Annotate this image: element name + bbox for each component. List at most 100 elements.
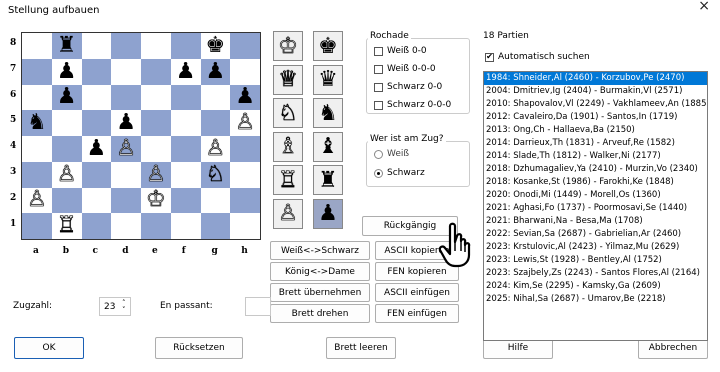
spinner-down-icon[interactable]: ˅ — [122, 306, 126, 314]
square-f6[interactable] — [170, 84, 201, 111]
square-d5[interactable]: ♟ — [111, 110, 141, 136]
castling-option[interactable]: Schwarz 0-0 — [374, 82, 442, 92]
square-g3[interactable]: ♘ — [200, 161, 231, 188]
square-h4[interactable] — [230, 136, 260, 162]
square-c2[interactable] — [81, 187, 112, 214]
white-pawn-icon[interactable]: ♙ — [116, 137, 136, 160]
auto-search-checkbox[interactable]: ✔ Automatisch suchen — [485, 52, 590, 62]
king-queen-button[interactable]: König<->Dame — [270, 262, 370, 281]
chess-board[interactable]: ♜ ♚ ♟ ♟ ♟ ♟ ♟ ♞ ♟ ♙ ♟ ♙ ♙ ♙ ♙ ♘ ♙ ♔ ♖ — [21, 32, 261, 240]
square-g8[interactable]: ♚ — [200, 33, 231, 59]
square-a3[interactable] — [22, 161, 52, 188]
square-c5[interactable] — [81, 110, 112, 136]
square-f2[interactable] — [170, 187, 201, 214]
square-b2[interactable] — [51, 187, 82, 214]
square-e1[interactable] — [141, 213, 171, 239]
palette-white-queen[interactable]: ♕ — [273, 64, 303, 95]
square-a5[interactable]: ♞ — [22, 110, 52, 136]
square-g1[interactable] — [200, 213, 231, 239]
square-h6[interactable]: ♟ — [230, 84, 260, 111]
game-list-item[interactable]: 2023: Krstulovic,Al (2423) - Yilmaz,Mu (… — [484, 241, 707, 254]
square-c3[interactable] — [81, 161, 112, 188]
close-icon[interactable]: × — [698, 0, 710, 14]
game-list-item[interactable]: 2021: Aghasi,Fo (1737) - Poormosavi,Se (… — [484, 202, 707, 215]
swap-colors-button[interactable]: Weiß<->Schwarz — [270, 241, 370, 260]
radio-white-circle[interactable] — [374, 149, 383, 159]
white-pawn-icon[interactable]: ♙ — [235, 111, 255, 134]
castling-checkbox[interactable] — [374, 82, 383, 92]
square-h2[interactable] — [230, 187, 260, 214]
square-e3[interactable]: ♙ — [141, 161, 171, 188]
reset-button[interactable]: Rücksetzen — [155, 337, 243, 359]
rotate-board-button[interactable]: Brett drehen — [270, 304, 370, 323]
square-d1[interactable] — [111, 213, 141, 239]
game-list-item[interactable]: 2014: Slade,Th (1812) - Walker,Ni (2177) — [484, 150, 707, 163]
game-list-item[interactable]: 2004: Dmitriev,Ig (2404) - Burmakin,Vl (… — [484, 85, 707, 98]
square-f1[interactable] — [170, 213, 201, 239]
castling-checkbox[interactable] — [374, 100, 383, 110]
move-number-value[interactable]: 23 — [100, 302, 122, 312]
square-h7[interactable] — [230, 58, 260, 85]
games-list[interactable]: 1984: Shneider,Al (2460) - Korzubov,Pe (… — [483, 71, 708, 341]
auto-search-check[interactable]: ✔ — [485, 52, 494, 62]
square-e2[interactable]: ♔ — [141, 187, 171, 214]
palette-white-king[interactable]: ♔ — [273, 31, 303, 61]
white-pawn-icon[interactable]: ♙ — [27, 189, 47, 212]
game-list-item[interactable]: 2013: Ong,Ch - Hallaeva,Ba (2150) — [484, 124, 707, 137]
game-list-item[interactable]: 2018: Kosanke,St (1986) - Farokhi,Ke (18… — [484, 176, 707, 189]
square-d6[interactable] — [111, 84, 141, 111]
palette-white-bishop[interactable]: ♗ — [273, 131, 303, 162]
black-pawn-icon[interactable]: ♟ — [176, 60, 196, 83]
square-f8[interactable] — [170, 33, 201, 59]
square-f7[interactable]: ♟ — [170, 58, 201, 85]
game-list-item[interactable]: 2024: Kim,Se (2295) - Kamsky,Ga (2609) — [484, 280, 707, 293]
square-f4[interactable] — [170, 136, 201, 162]
game-list-item[interactable]: 2022: Sevian,Sa (2687) - Gabrielian,Ar (… — [484, 228, 707, 241]
black-pawn-icon[interactable]: ♟ — [235, 86, 255, 108]
black-pawn-icon[interactable]: ♟ — [87, 137, 107, 160]
square-b8[interactable]: ♜ — [51, 33, 82, 59]
palette-black-queen[interactable]: ♛ — [313, 64, 343, 95]
square-b4[interactable] — [51, 136, 82, 162]
square-b1[interactable]: ♖ — [51, 213, 82, 239]
palette-white-pawn[interactable]: ♙ — [273, 198, 303, 229]
black-pawn-icon[interactable]: ♟ — [116, 112, 136, 134]
square-a7[interactable] — [22, 58, 52, 85]
castling-option[interactable]: Weiß 0-0 — [374, 46, 427, 56]
square-e4[interactable] — [141, 136, 171, 162]
square-f5[interactable] — [170, 110, 201, 136]
square-d7[interactable] — [111, 58, 141, 85]
square-c8[interactable] — [81, 33, 112, 59]
palette-black-king[interactable]: ♚ — [313, 31, 343, 61]
square-a6[interactable] — [22, 84, 52, 111]
square-a8[interactable] — [22, 33, 52, 59]
square-h8[interactable] — [230, 33, 260, 59]
square-c4[interactable]: ♟ — [81, 136, 112, 162]
en-passant-input[interactable] — [245, 297, 271, 316]
game-list-item[interactable]: 2018: Dzhumagaliev,Ya (2410) - Murzin,Vo… — [484, 163, 707, 176]
move-number-spinner[interactable]: 23 ˄ ˅ — [99, 297, 131, 316]
game-list-item[interactable]: 2025: Nihal,Sa (2687) - Umarov,Be (2218) — [484, 293, 707, 306]
castling-checkbox[interactable] — [374, 46, 383, 56]
white-pawn-icon[interactable]: ♙ — [205, 137, 225, 160]
square-g4[interactable]: ♙ — [200, 136, 231, 162]
game-list-item[interactable]: 2021: Bharwani,Na - Besa,Ma (1708) — [484, 215, 707, 228]
square-a4[interactable] — [22, 136, 52, 162]
ok-button[interactable]: OK — [14, 337, 84, 359]
fen-paste-button[interactable]: FEN einfügen — [375, 304, 459, 323]
palette-black-bishop[interactable]: ♝ — [313, 131, 343, 162]
ascii-paste-button[interactable]: ASCII einfügen — [375, 283, 459, 302]
white-king-icon[interactable]: ♔ — [146, 189, 166, 212]
radio-white[interactable]: Weiß — [374, 149, 409, 159]
palette-black-pawn[interactable]: ♟ — [313, 198, 343, 229]
square-g7[interactable]: ♟ — [200, 58, 231, 85]
palette-black-rook[interactable]: ♜ — [313, 165, 343, 195]
game-list-item[interactable]: 2023: Lewis,St (1928) - Bentley,Al (1752… — [484, 254, 707, 267]
game-list-item[interactable]: 2020: Onodi,Mi (1449) - Morell,Os (1360) — [484, 189, 707, 202]
game-list-item[interactable]: 2010: Shapovalov,Vl (2249) - Vakhlameev,… — [484, 98, 707, 111]
black-pawn-icon[interactable]: ♟ — [57, 60, 77, 83]
square-h3[interactable] — [230, 161, 260, 188]
square-a1[interactable] — [22, 213, 52, 239]
square-e7[interactable] — [141, 58, 171, 85]
white-pawn-icon[interactable]: ♙ — [56, 163, 76, 186]
